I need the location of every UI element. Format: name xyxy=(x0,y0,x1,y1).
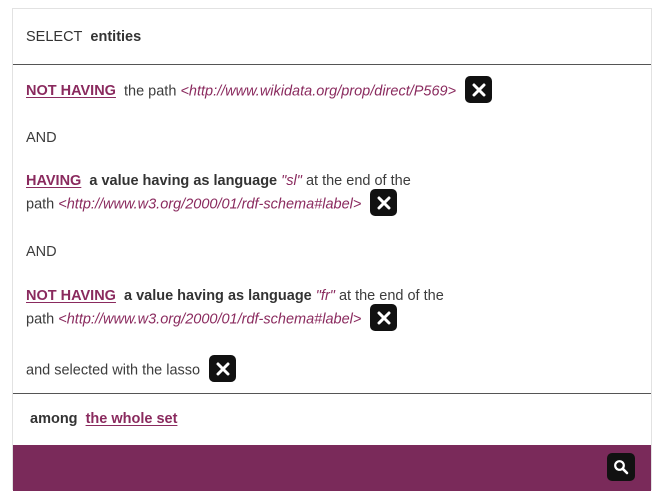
among-row: among the whole set xyxy=(30,411,177,427)
clause-value-text: a value having as language xyxy=(89,173,278,189)
criteria-clause-3: NOT HAVING a value having as language "f… xyxy=(26,287,586,333)
clause-operator[interactable]: HAVING xyxy=(26,173,81,189)
whole-set-link[interactable]: the whole set xyxy=(86,411,178,427)
search-button[interactable] xyxy=(607,453,635,481)
criteria-clause-1: NOT HAVING the path <http://www.wikidata… xyxy=(26,76,493,105)
clause-text: the path xyxy=(123,83,177,100)
entities-label: entities xyxy=(90,28,142,45)
query-header: SELECT entities xyxy=(13,9,651,65)
close-icon xyxy=(377,196,391,209)
and-separator: AND xyxy=(26,244,57,260)
clause-operator[interactable]: NOT HAVING xyxy=(26,83,116,99)
close-icon xyxy=(377,311,391,324)
remove-clause-button[interactable] xyxy=(370,304,398,331)
select-keyword: SELECT xyxy=(26,28,83,45)
clause-text-path: path xyxy=(26,196,55,213)
lasso-clause: and selected with the lasso xyxy=(26,355,237,384)
divider xyxy=(13,393,651,394)
clause-path: <http://www.wikidata.org/prop/direct/P56… xyxy=(180,83,457,100)
query-footer xyxy=(13,445,651,491)
clause-text-after: at the end of the xyxy=(305,173,411,189)
clause-operator[interactable]: NOT HAVING xyxy=(26,288,116,304)
search-icon xyxy=(614,460,629,475)
query-panel: SELECT entities NOT HAVING the path <htt… xyxy=(12,8,652,491)
clause-language: "sl" xyxy=(281,173,302,189)
criteria-clause-2: HAVING a value having as language "sl" a… xyxy=(26,172,586,218)
clause-text-path: path xyxy=(26,311,55,328)
remove-clause-button[interactable] xyxy=(370,189,398,216)
clause-language: "fr" xyxy=(315,288,335,304)
lasso-text: and selected with the lasso xyxy=(26,362,201,379)
among-label: among xyxy=(30,411,78,427)
close-icon xyxy=(216,362,230,375)
clause-path: <http://www.w3.org/2000/01/rdf-schema#la… xyxy=(58,196,362,213)
remove-lasso-button[interactable] xyxy=(209,355,237,382)
clause-path: <http://www.w3.org/2000/01/rdf-schema#la… xyxy=(58,311,362,328)
clause-text-after: at the end of the xyxy=(338,288,444,304)
close-icon xyxy=(472,83,486,96)
and-separator: AND xyxy=(26,130,57,146)
clause-value-text: a value having as language xyxy=(123,288,312,304)
remove-clause-button[interactable] xyxy=(465,76,493,103)
